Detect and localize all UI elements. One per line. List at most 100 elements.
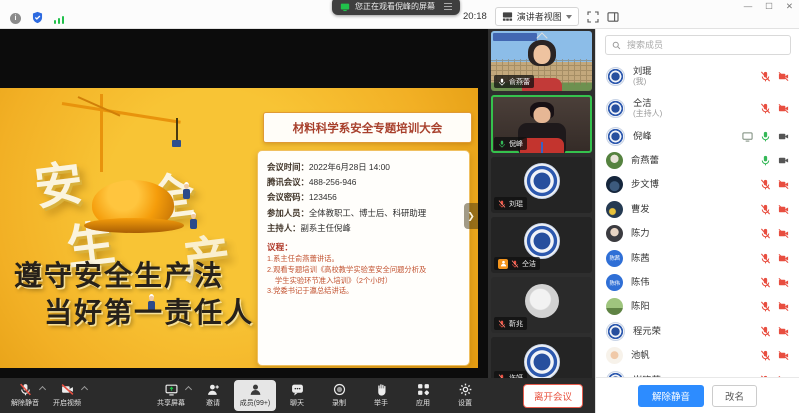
shared-screen-area: 安 全 生 产 遵守安全生产法 当好第一责任人 材料科学系安全专题培训大会 会议… [0,28,488,378]
unmute-mic-button[interactable]: 解除静音 [4,380,46,411]
member-row[interactable]: 陈伟 陈伟 [596,270,799,294]
camera-icon[interactable] [778,71,789,82]
camera-icon[interactable] [778,253,789,264]
member-row[interactable]: 刘琨(我) [596,60,799,92]
mic-icon[interactable] [760,228,771,239]
meeting-info-icon[interactable]: i [10,13,21,24]
member-search[interactable] [605,35,791,55]
view-mode-dropdown[interactable]: 演讲者视图 [495,7,579,26]
side-panel-icon[interactable] [607,11,619,23]
avatar: 陈茜 [606,250,623,267]
mic-icon[interactable] [760,253,771,264]
camera-icon[interactable] [778,277,789,288]
member-row[interactable]: 池帆 [596,344,799,368]
member-row[interactable]: 程元荣 [596,319,799,343]
close-button[interactable]: ✕ [786,1,793,12]
raise-hand-button[interactable]: 举手 [360,380,402,411]
mic-muted-icon [19,383,32,396]
record-button[interactable]: 录制 [318,380,360,411]
camera-icon[interactable] [778,301,789,312]
network-signal-icon[interactable] [54,16,64,24]
rename-button[interactable]: 改名 [712,385,757,407]
camera-icon[interactable] [778,155,789,166]
mic-icon[interactable] [760,179,771,190]
member-name: 倪峰 [633,131,742,142]
unmute-button[interactable]: 解除静音 [638,385,704,407]
chevron-up-icon[interactable] [39,386,46,393]
leave-meeting-button[interactable]: 离开会议 [523,384,583,408]
chevron-up-icon[interactable] [81,386,88,393]
mic-icon[interactable] [760,103,771,114]
mic-muted-icon [498,374,506,379]
avatar [606,347,623,364]
member-row[interactable]: 仝洁(主持人) [596,92,799,124]
video-tile[interactable]: 仝洁 [491,217,592,273]
member-name: 池帆 [631,350,760,361]
mic-icon[interactable] [760,71,771,82]
start-video-button[interactable]: 开启视频 [46,380,88,411]
video-tile[interactable]: 刘琨 [491,157,592,213]
camera-icon[interactable] [778,179,789,190]
avatar [606,298,623,315]
mic-icon[interactable] [760,326,771,337]
avatar [606,127,625,146]
invite-button[interactable]: 邀请 [192,380,234,411]
banner-menu-icon[interactable] [444,3,452,10]
mic-icon[interactable] [760,131,771,142]
member-row[interactable]: 步文博 [596,173,799,197]
member-row[interactable]: 陈茜 陈茜 [596,246,799,270]
video-tile[interactable]: 许妍 [491,337,592,378]
camera-icon[interactable] [778,131,789,142]
share-screen-button[interactable]: 共享屏幕 [150,380,192,411]
presentation-slide: 安 全 生 产 遵守安全生产法 当好第一责任人 材料科学系安全专题培训大会 会议… [0,88,478,368]
settings-button[interactable]: 设置 [444,380,486,411]
camera-icon[interactable] [778,103,789,114]
video-tile-active-speaker[interactable]: 倪峰 [491,95,592,153]
security-shield-icon[interactable] [31,11,44,24]
search-icon [612,41,621,50]
members-button[interactable]: 成员(99+) [234,380,276,411]
fullscreen-icon[interactable] [587,11,599,23]
mic-icon[interactable] [760,301,771,312]
chevron-up-icon[interactable] [185,386,192,393]
video-thumbnail-strip: 俞燕蕾 倪峰 刘琨 仝洁 靳兆 许妍 [488,28,595,378]
mic-muted-icon [498,320,506,328]
mic-icon[interactable] [760,277,771,288]
mic-icon[interactable] [760,155,771,166]
member-row[interactable]: 倪峰 [596,124,799,148]
member-name: 俞燕蕾 [631,155,760,166]
host-badge-icon [498,259,508,269]
participant-name: 俞燕蕾 [509,77,530,87]
mic-icon[interactable] [760,350,771,361]
member-role: (我) [633,77,760,86]
chat-button[interactable]: 聊天 [276,380,318,411]
maximize-button[interactable]: ☐ [765,1,773,12]
camera-icon[interactable] [778,204,789,215]
video-tile[interactable]: 俞燕蕾 [491,31,592,91]
slide-headline-1: 遵守安全生产法 [14,254,224,294]
mic-icon[interactable] [760,204,771,215]
avatar [606,322,625,341]
member-row[interactable]: 陈力 [596,222,799,246]
screen-share-icon [742,131,753,142]
camera-icon[interactable] [778,326,789,337]
camera-icon[interactable] [778,350,789,361]
member-list[interactable]: 刘琨(我) 仝洁(主持人) 倪峰 [596,60,799,378]
next-slide-arrow[interactable]: ❯ [464,203,478,229]
member-row[interactable]: 俞燕蕾 [596,148,799,172]
record-icon [333,383,346,396]
member-row[interactable]: 陈阳 [596,295,799,319]
members-icon [249,383,262,396]
member-row[interactable]: 曹发 [596,197,799,221]
camera-icon[interactable] [778,228,789,239]
video-tile[interactable]: 靳兆 [491,277,592,333]
agenda-item: 1.系主任俞燕蕾讲话。 [267,254,460,265]
member-name: 陈伟 [631,277,760,288]
avatar [606,99,625,118]
apps-button[interactable]: 应用 [402,380,444,411]
chevron-down-icon [566,15,572,19]
minimize-button[interactable]: — [744,1,753,12]
camera-off-icon [61,383,74,396]
search-input[interactable] [625,39,784,51]
avatar [606,152,623,169]
